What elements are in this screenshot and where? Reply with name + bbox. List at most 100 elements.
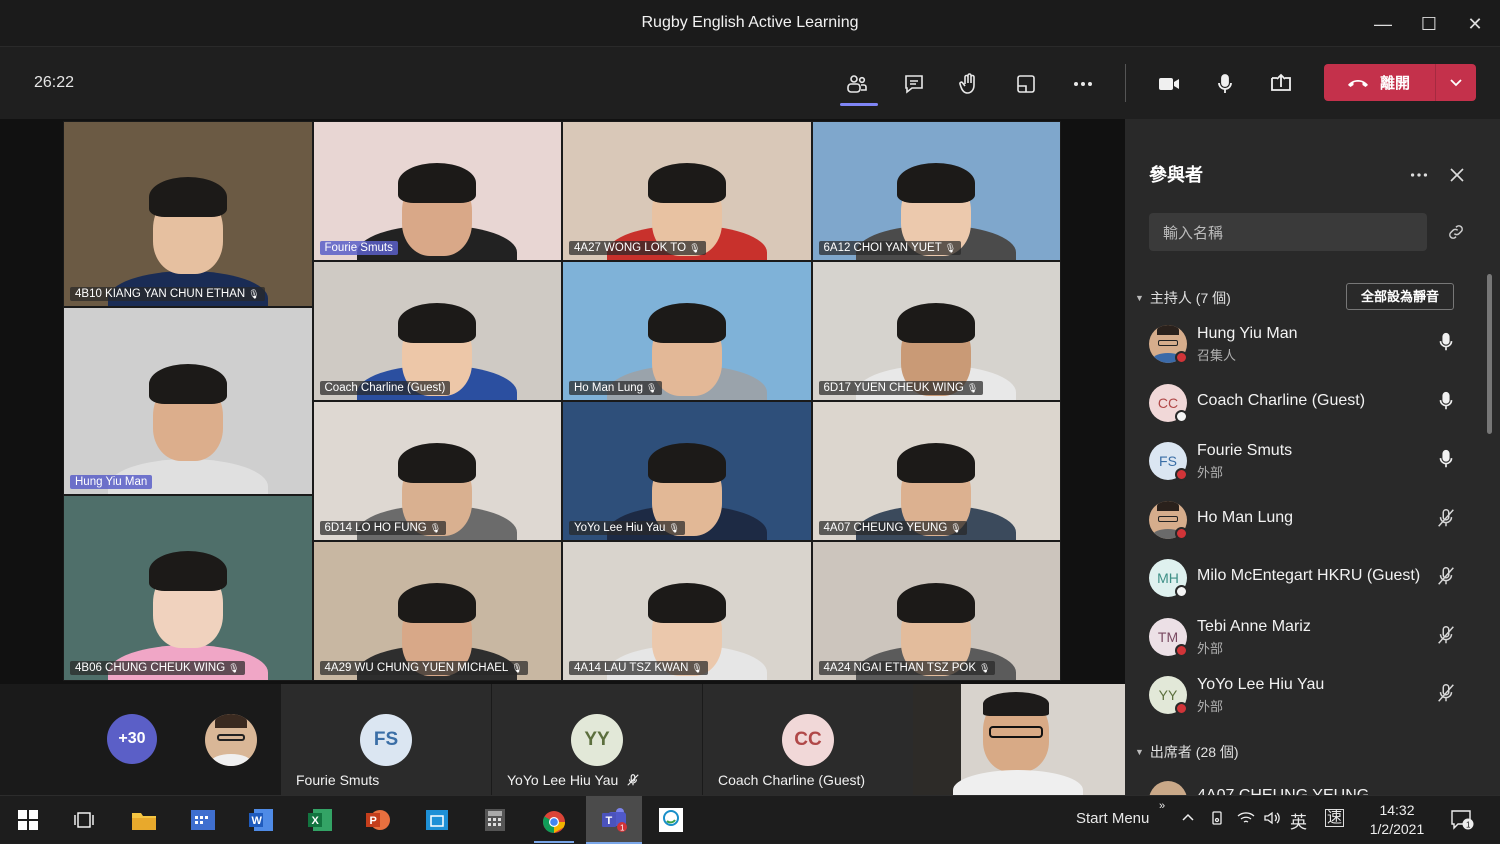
input-method-indicator[interactable]: 速 (1325, 809, 1345, 827)
chevron-right-icon[interactable]: » (1159, 800, 1165, 812)
strip-participant[interactable]: CC Coach Charline (Guest) (703, 684, 913, 795)
more-participants-badge[interactable]: +30 (107, 714, 157, 764)
participants-button[interactable] (840, 67, 874, 101)
minimize-button[interactable]: — (1368, 10, 1398, 38)
chat-button[interactable] (897, 67, 931, 101)
device-tray-button[interactable] (1209, 810, 1225, 830)
mic-off-icon[interactable] (1435, 624, 1457, 651)
microphone-button[interactable] (1208, 67, 1242, 101)
avatar[interactable] (205, 714, 257, 766)
start-button[interactable] (8, 803, 48, 837)
word-app[interactable]: W (241, 803, 281, 837)
strip-participant-name: YoYo Lee Hiu Yau (507, 772, 619, 788)
app-icon[interactable] (651, 803, 691, 837)
leave-button[interactable]: 離開 (1324, 64, 1476, 101)
store-app[interactable] (417, 803, 457, 837)
mute-all-button[interactable]: 全部設為靜音 (1346, 283, 1454, 310)
leave-main[interactable]: 離開 (1324, 71, 1435, 95)
wifi-button[interactable] (1237, 810, 1255, 830)
participant-search-input[interactable]: 輸入名稱 (1149, 213, 1427, 251)
window-title: Rugby English Active Learning (641, 14, 859, 31)
person-hair (148, 363, 227, 404)
panel-close-button[interactable] (1448, 166, 1466, 189)
participant-row[interactable]: YY YoYo Lee Hiu Yau 外部 (1149, 669, 1459, 719)
video-tile[interactable]: 4A14 LAU TSZ KWAN 🎙 (562, 541, 812, 681)
video-tile[interactable]: Fourie Smuts (312, 121, 562, 261)
attendees-section-header[interactable]: ▼ 出席者 (28 個) (1135, 742, 1239, 762)
svg-text:T: T (606, 815, 613, 827)
action-center-button[interactable]: 1 (1450, 809, 1474, 836)
strip-participant-name: Fourie Smuts (296, 772, 380, 788)
chat-icon (905, 75, 923, 94)
video-tile[interactable]: 6D17 YUEN CHEUK WING 🎙 (811, 261, 1061, 401)
participant-row[interactable]: FS Fourie Smuts 外部 (1149, 435, 1459, 485)
strip-participant[interactable]: FS Fourie Smuts (281, 684, 491, 795)
microphone-icon (1218, 74, 1232, 93)
person-hair (647, 163, 726, 204)
camera-button[interactable] (1152, 67, 1186, 101)
teams-app[interactable]: T1 (586, 796, 642, 844)
video-tile[interactable]: 4A24 NGAI ETHAN TSZ POK 🎙 (811, 541, 1061, 681)
video-tile[interactable]: 6D14 LO HO FUNG 🎙 (312, 401, 562, 541)
video-tile[interactable]: 4A29 WU CHUNG YUEN MICHAEL 🎙 (312, 541, 562, 681)
video-tile[interactable]: 4A07 CHEUNG YEUNG 🎙 (811, 401, 1061, 541)
calendar-app[interactable] (183, 803, 223, 837)
maximize-button[interactable]: ☐ (1414, 10, 1444, 38)
copy-invite-link-button[interactable] (1446, 222, 1466, 247)
raise-hand-button[interactable] (952, 67, 986, 101)
participant-row[interactable]: 4A07 CHEUNG YEUNG (1149, 777, 1459, 795)
file-explorer-app[interactable] (124, 803, 164, 837)
hosts-section-header[interactable]: ▼ 主持人 (7 個) (1135, 288, 1231, 308)
video-tile[interactable]: 4B10 KIANG YAN CHUN ETHAN 🎙 (63, 121, 313, 307)
volume-button[interactable] (1263, 810, 1281, 830)
share-tray-icon (1271, 73, 1291, 91)
rooms-button[interactable] (1009, 67, 1043, 101)
mic-off-icon[interactable] (1435, 507, 1457, 534)
powerpoint-app[interactable]: P (358, 803, 398, 837)
close-window-button[interactable]: ✕ (1460, 10, 1490, 38)
participant-row[interactable]: Hung Yiu Man 召集人 (1149, 318, 1459, 368)
tile-name: 6A12 CHOI YAN YUET (823, 242, 942, 254)
participant-row[interactable]: MH Milo McEntegart HKRU (Guest) (1149, 552, 1459, 602)
tile-name-label: 4B06 CHUNG CHEUK WING 🎙 (70, 661, 245, 675)
taskbar-clock[interactable]: 14:32 1/2/2021 (1362, 801, 1432, 839)
panel-more-button[interactable] (1408, 164, 1430, 191)
participant-row[interactable]: CC Coach Charline (Guest) (1149, 377, 1459, 427)
chrome-app[interactable] (534, 803, 574, 843)
microphone-icon[interactable] (1435, 331, 1457, 358)
excel-app[interactable]: X (300, 803, 340, 837)
show-hidden-icons-button[interactable] (1181, 810, 1195, 828)
start-menu-label[interactable]: Start Menu (1076, 810, 1149, 827)
participant-row[interactable]: TM Tebi Anne Mariz 外部 (1149, 611, 1459, 661)
chevron-down-icon: ▼ (1135, 293, 1144, 303)
calculator-app[interactable] (475, 803, 515, 837)
video-tile[interactable]: 4A27 WONG LOK TO 🎙 (562, 121, 812, 261)
word-icon: W (249, 809, 273, 831)
participant-row[interactable]: Ho Man Lung (1149, 494, 1459, 544)
video-tile[interactable]: Hung Yiu Man (63, 307, 313, 495)
microphone-icon[interactable] (1435, 448, 1457, 475)
video-tile[interactable]: YoYo Lee Hiu Yau 🎙 (562, 401, 812, 541)
video-tile[interactable]: 6A12 CHOI YAN YUET 🎙 (811, 121, 1061, 261)
scrollbar[interactable] (1487, 274, 1492, 434)
video-tile[interactable]: Coach Charline (Guest) (312, 261, 562, 401)
input-language-indicator[interactable]: 英 (1290, 808, 1307, 833)
more-actions-button[interactable] (1066, 67, 1100, 101)
microphone-icon[interactable] (1435, 390, 1457, 417)
person-hair (647, 443, 726, 484)
mic-off-icon[interactable] (1435, 682, 1457, 709)
tile-name-label: 6D14 LO HO FUNG 🎙 (319, 521, 447, 535)
leave-options-button[interactable] (1436, 76, 1476, 90)
self-view[interactable] (913, 684, 1125, 795)
video-gallery: 4B10 KIANG YAN CHUN ETHAN 🎙 Fourie Smuts 4A… (63, 121, 1061, 681)
video-tile[interactable]: Ho Man Lung 🎙 (562, 261, 812, 401)
tile-name: 6D14 LO HO FUNG (324, 522, 427, 534)
share-screen-button[interactable] (1264, 67, 1298, 101)
presence-status-icon (1175, 526, 1188, 540)
person-hair (398, 443, 477, 484)
chevron-up-icon (1182, 813, 1194, 821)
mic-off-icon[interactable] (1435, 565, 1457, 592)
strip-participant[interactable]: YY YoYo Lee Hiu Yau (492, 684, 702, 795)
video-tile[interactable]: 4B06 CHUNG CHEUK WING 🎙 (63, 495, 313, 681)
task-view-button[interactable] (64, 803, 104, 837)
